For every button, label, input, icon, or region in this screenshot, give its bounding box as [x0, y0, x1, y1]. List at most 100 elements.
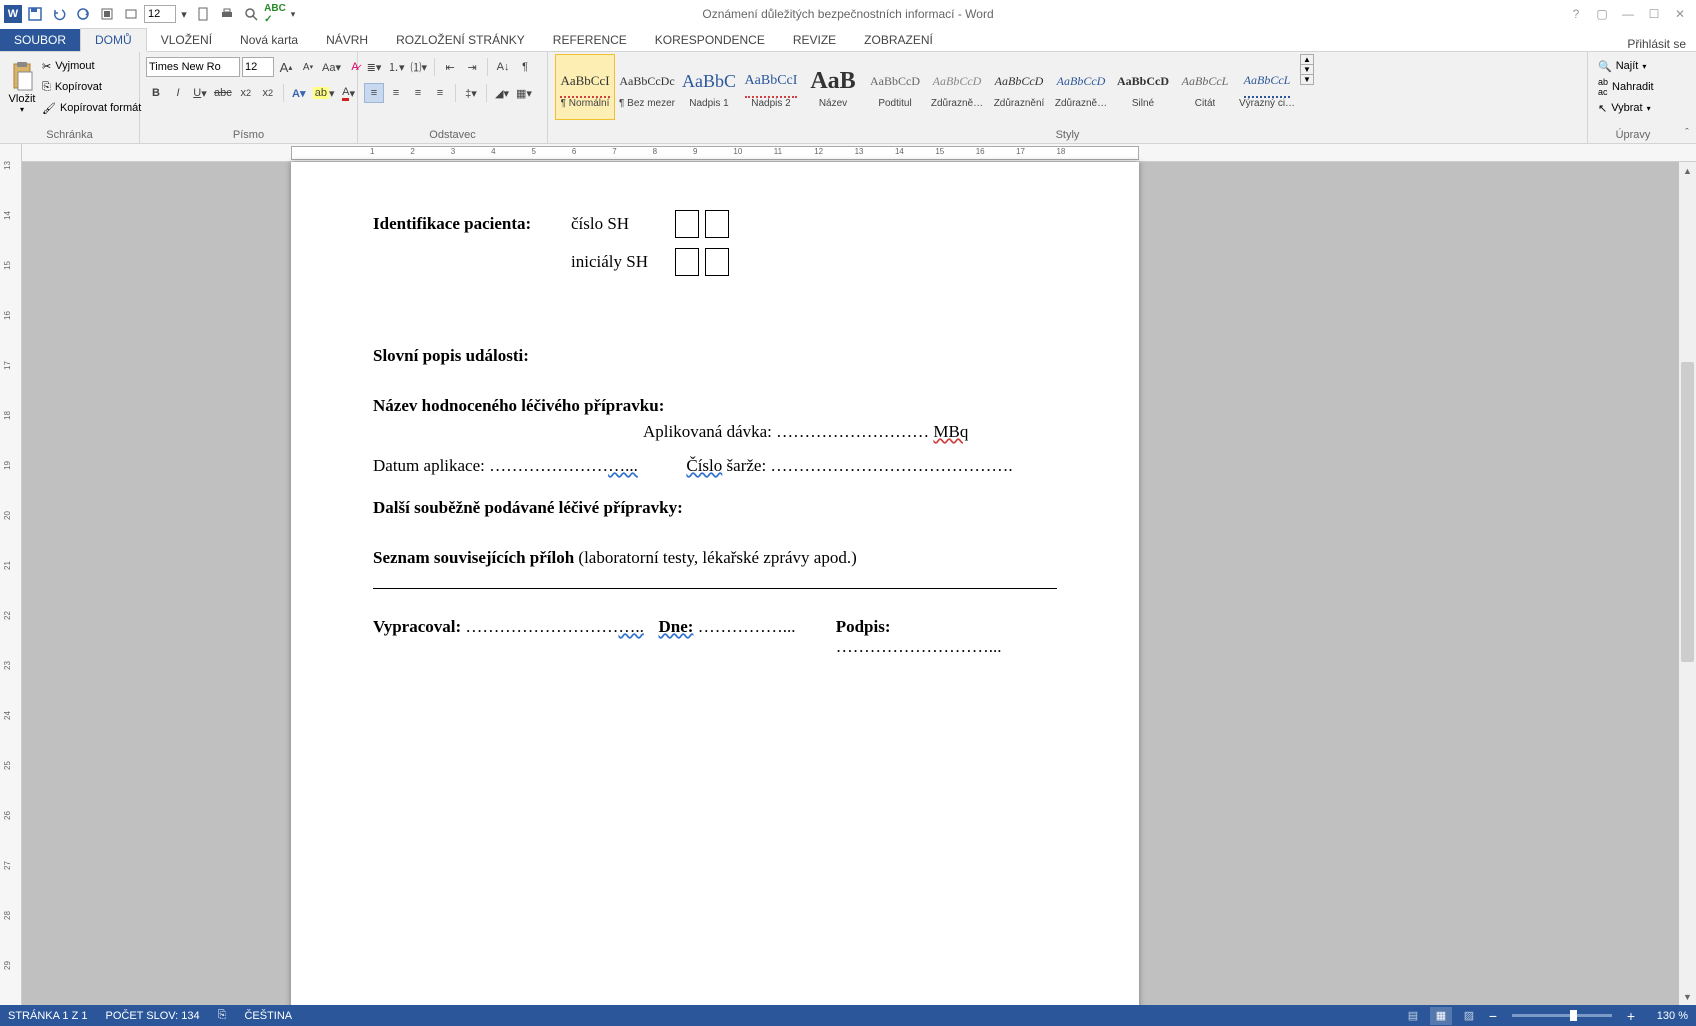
tab-newtab[interactable]: Nová karta	[226, 29, 312, 51]
style-item-11[interactable]: AaBbCcLVýrazný ci…	[1237, 54, 1297, 120]
zoom-level[interactable]: 130 %	[1644, 1010, 1688, 1022]
bullets-button[interactable]: ≣▾	[364, 57, 384, 77]
scroll-down-button[interactable]: ▼	[1679, 988, 1696, 1005]
format-painter-button[interactable]: 🖌Kopírovat formát	[38, 98, 145, 118]
close-icon[interactable]: ✕	[1668, 4, 1692, 24]
minimize-icon[interactable]: —	[1616, 4, 1640, 24]
style-item-10[interactable]: AaBbCcLCitát	[1175, 54, 1235, 120]
style-item-0[interactable]: AaBbCcI¶ Normální	[555, 54, 615, 120]
indent-button[interactable]: ⇥	[462, 57, 482, 77]
status-words[interactable]: POČET SLOV: 134	[105, 1010, 199, 1022]
tab-review[interactable]: REVIZE	[779, 29, 850, 51]
style-item-8[interactable]: AaBbCcDZdůrazně…	[1051, 54, 1111, 120]
style-item-3[interactable]: AaBbCcINadpis 2	[741, 54, 801, 120]
zoom-slider[interactable]	[1512, 1014, 1612, 1017]
tab-home[interactable]: DOMŮ	[80, 28, 147, 52]
signin-link[interactable]: Přihlásit se	[1627, 37, 1686, 51]
underline-button[interactable]: U▾	[190, 83, 210, 103]
align-left-button[interactable]: ≡	[364, 83, 384, 103]
strike-button[interactable]: abc	[212, 83, 234, 103]
status-proof-icon[interactable]: ⎘	[218, 1009, 227, 1022]
tab-design[interactable]: NÁVRH	[312, 29, 382, 51]
tab-references[interactable]: REFERENCE	[539, 29, 641, 51]
zoom-out-button[interactable]: −	[1486, 1008, 1500, 1024]
multilevel-button[interactable]: ⑴▾	[409, 57, 430, 77]
qat-print-icon[interactable]	[216, 3, 238, 25]
copy-button[interactable]: ⎘Kopírovat	[38, 77, 145, 97]
horizontal-ruler[interactable]: 123456789101112131415161718	[22, 144, 1696, 162]
justify-button[interactable]: ≡	[430, 83, 450, 103]
shading-button[interactable]: ◢▾	[492, 83, 512, 103]
numbering-button[interactable]: ⒈▾	[386, 57, 407, 77]
sort-button[interactable]: A↓	[493, 57, 513, 77]
ribbon-options-icon[interactable]: ▢	[1590, 4, 1614, 24]
vertical-ruler[interactable]: 1314151617181920212223242526272829	[0, 144, 22, 1005]
status-page[interactable]: STRÁNKA 1 Z 1	[8, 1010, 87, 1022]
view-web-button[interactable]: ▨	[1458, 1007, 1480, 1025]
highlight-button[interactable]: ab▾	[311, 83, 337, 103]
bold-button[interactable]: B	[146, 83, 166, 103]
qat-more-icon[interactable]: ▾	[288, 3, 298, 25]
help-icon[interactable]: ?	[1564, 4, 1588, 24]
qat-preview-icon[interactable]	[240, 3, 262, 25]
view-print-button[interactable]: ▦	[1430, 1007, 1452, 1025]
qat-custom2-icon[interactable]	[120, 3, 142, 25]
style-item-9[interactable]: AaBbCcDSilné	[1113, 54, 1173, 120]
qat-custom1-icon[interactable]	[96, 3, 118, 25]
styles-down-button[interactable]: ▼	[1301, 65, 1313, 75]
styles-gallery[interactable]: AaBbCcI¶ NormálníAaBbCcDc¶ Bez mezerAaBb…	[554, 54, 1298, 120]
line-spacing-button[interactable]: ‡▾	[461, 83, 481, 103]
qat-newdoc-icon[interactable]	[192, 3, 214, 25]
maximize-icon[interactable]: ☐	[1642, 4, 1666, 24]
scroll-up-button[interactable]: ▲	[1679, 162, 1696, 179]
style-item-1[interactable]: AaBbCcDc¶ Bez mezer	[617, 54, 677, 120]
shrink-font-button[interactable]: A▾	[298, 57, 318, 77]
font-color-button[interactable]: A▾	[339, 83, 359, 103]
style-item-5[interactable]: AaBbCcDPodtitul	[865, 54, 925, 120]
doc-cislo-sh: číslo SH	[571, 214, 675, 234]
superscript-button[interactable]: x2	[258, 83, 278, 103]
qat-undo-icon[interactable]	[48, 3, 70, 25]
qat-save-icon[interactable]	[24, 3, 46, 25]
grow-font-button[interactable]: A▴	[276, 57, 296, 77]
font-name-combo[interactable]	[146, 57, 240, 77]
tab-file[interactable]: SOUBOR	[0, 29, 80, 51]
status-language[interactable]: ČEŠTINA	[244, 1010, 292, 1022]
style-item-6[interactable]: AaBbCcDZdůrazně…	[927, 54, 987, 120]
change-case-button[interactable]: Aa▾	[320, 57, 343, 77]
select-button[interactable]: ↖Vybrat▾	[1594, 98, 1655, 118]
qat-fontsize-input[interactable]	[144, 5, 176, 23]
qat-spellcheck-icon[interactable]: ABC✓	[264, 3, 286, 25]
align-right-button[interactable]: ≡	[408, 83, 428, 103]
text-effects-button[interactable]: A▾	[289, 83, 309, 103]
style-item-4[interactable]: AaBNázev	[803, 54, 863, 120]
qat-dropdown-icon[interactable]: ▾	[178, 3, 190, 25]
styles-up-button[interactable]: ▲	[1301, 55, 1313, 65]
style-item-7[interactable]: AaBbCcDZdůraznění	[989, 54, 1049, 120]
paste-button[interactable]: Vložit ▾	[6, 54, 38, 120]
outdent-button[interactable]: ⇤	[440, 57, 460, 77]
font-size-combo[interactable]	[242, 57, 274, 77]
qat-redo-icon[interactable]	[72, 3, 94, 25]
replace-button[interactable]: abacNahradit	[1594, 77, 1658, 97]
zoom-knob[interactable]	[1570, 1010, 1577, 1021]
tab-view[interactable]: ZOBRAZENÍ	[850, 29, 947, 51]
collapse-ribbon-button[interactable]: ˆ	[1678, 52, 1696, 143]
show-marks-button[interactable]: ¶	[515, 57, 535, 77]
tab-layout[interactable]: ROZLOŽENÍ STRÁNKY	[382, 29, 539, 51]
tab-mail[interactable]: KORESPONDENCE	[641, 29, 779, 51]
styles-more-button[interactable]: ▼	[1301, 75, 1313, 84]
italic-button[interactable]: I	[168, 83, 188, 103]
style-item-2[interactable]: AaBbCNadpis 1	[679, 54, 739, 120]
view-read-button[interactable]: ▤	[1402, 1007, 1424, 1025]
tab-insert[interactable]: VLOŽENÍ	[147, 29, 226, 51]
borders-button[interactable]: ▦▾	[514, 83, 534, 103]
scroll-thumb[interactable]	[1681, 362, 1694, 662]
cut-button[interactable]: ✂Vyjmout	[38, 56, 145, 76]
document-page[interactable]: Identifikace pacienta: číslo SH iniciály…	[291, 162, 1139, 1005]
find-button[interactable]: 🔍Najít▾	[1594, 56, 1650, 76]
vertical-scrollbar[interactable]: ▲ ▼	[1679, 162, 1696, 1005]
zoom-in-button[interactable]: +	[1624, 1008, 1638, 1024]
align-center-button[interactable]: ≡	[386, 83, 406, 103]
subscript-button[interactable]: x2	[236, 83, 256, 103]
